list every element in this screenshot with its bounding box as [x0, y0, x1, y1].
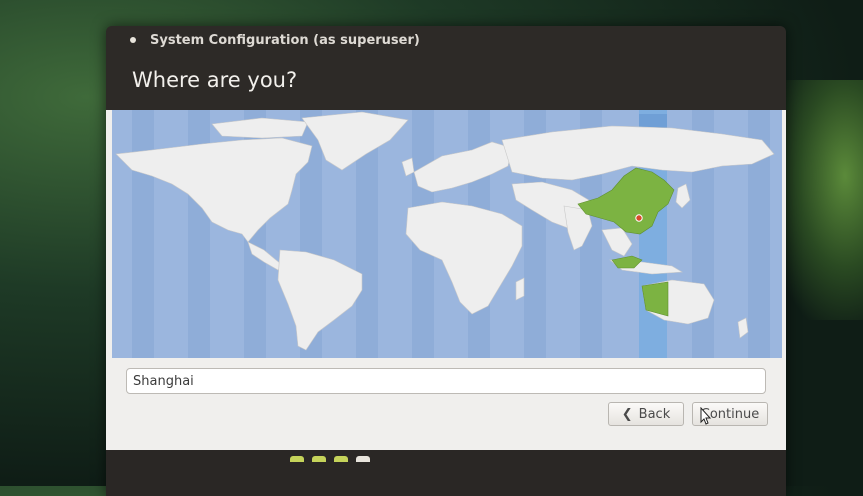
chevron-left-icon: ❮ [621, 406, 633, 422]
timezone-map[interactable] [112, 110, 782, 358]
system-configuration-window: System Configuration (as superuser) Wher… [106, 26, 786, 496]
progress-step [334, 456, 348, 462]
progress-step [312, 456, 326, 462]
world-map-svg [115, 110, 775, 358]
window-titlebar[interactable]: System Configuration (as superuser) [106, 26, 786, 54]
timezone-panel: ❮ Back Continue [106, 110, 786, 450]
location-input-wrapper [126, 368, 766, 394]
progress-bar-area [106, 450, 786, 496]
page-title: Where are you? [132, 68, 298, 92]
progress-step [290, 456, 304, 462]
back-button-label: Back [638, 406, 671, 422]
window-title: System Configuration (as superuser) [150, 32, 420, 48]
desktop-background [773, 80, 863, 320]
land-masses [115, 111, 775, 351]
location-input[interactable] [127, 369, 765, 393]
progress-step [356, 456, 370, 462]
progress-steps [290, 456, 370, 462]
window-menu-dot-icon[interactable] [130, 37, 136, 43]
location-marker-icon[interactable] [635, 214, 643, 222]
mouse-cursor-icon [700, 407, 712, 425]
back-button[interactable]: ❮ Back [608, 402, 684, 426]
